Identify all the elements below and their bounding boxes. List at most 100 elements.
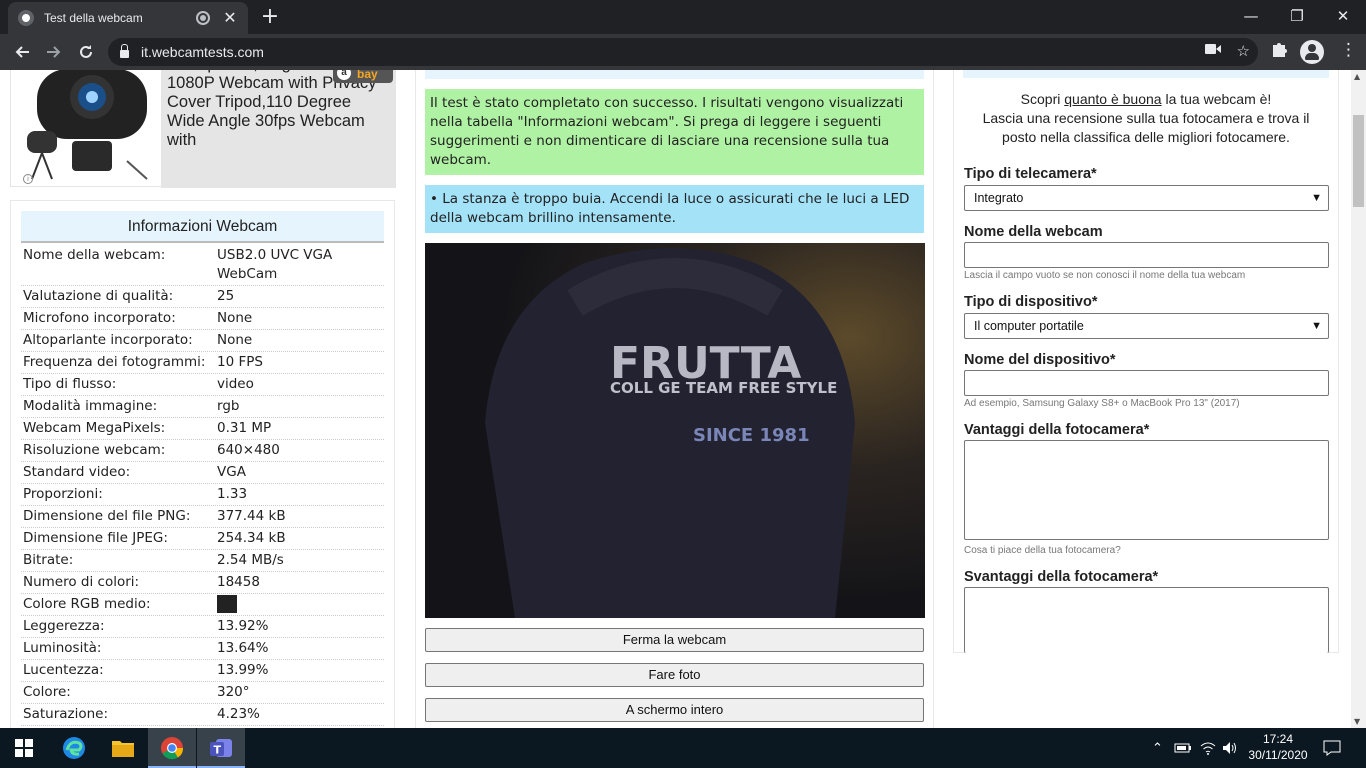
info-key: Luminosità:	[23, 640, 102, 656]
bookmark-star-icon[interactable]: ☆	[1237, 42, 1250, 60]
webcam-info-panel: Informazioni Webcam Nome della webcam: US…	[10, 200, 395, 728]
info-key: Colore:	[23, 684, 71, 700]
scroll-down-icon[interactable]: ▼	[1354, 717, 1360, 726]
back-arrow-icon[interactable]	[10, 40, 34, 64]
new-tab-button[interactable]: +	[258, 4, 282, 29]
quality-link[interactable]: quanto è buona	[1064, 91, 1161, 107]
webcam-product-image	[27, 70, 148, 180]
browser-menu-icon[interactable]: ⋮	[1340, 40, 1357, 60]
promo-line2: Lascia una recensione sulla tua fotocame…	[982, 110, 1310, 145]
page-scrollbar[interactable]: ▲ ▼	[1351, 70, 1366, 728]
svg-text:T: T	[214, 744, 222, 757]
device-name-input[interactable]	[964, 370, 1329, 396]
ad-info-icon[interactable]: i	[23, 174, 33, 184]
info-value: rgb	[217, 398, 240, 414]
window-close-button[interactable]: ✕	[1320, 0, 1366, 32]
chrome-icon[interactable]	[148, 728, 196, 768]
info-key: Tipo di flusso:	[23, 376, 117, 392]
info-value: None	[217, 332, 253, 348]
scrollbar-thumb[interactable]	[1353, 115, 1364, 207]
info-key: Frequenza dei fotogrammi:	[23, 354, 206, 370]
windows-taskbar: T ⌃ 17:24 30/11/2020	[0, 728, 1366, 768]
webpage: Microphone,Plug and Play 1080P Webcam wi…	[0, 70, 1351, 728]
browser-tabbar: Test della webcam ✕ + — ❐ ✕	[0, 0, 1366, 34]
device-type-select[interactable]: Il computer portatile ▼	[964, 313, 1329, 339]
profile-avatar[interactable]	[1300, 40, 1324, 64]
info-key: Bitrate:	[23, 552, 74, 568]
success-message: Il test è stato completato con successo.…	[425, 89, 924, 175]
ad-banner[interactable]: Microphone,Plug and Play 1080P Webcam wi…	[10, 70, 396, 188]
tab-close-button[interactable]: ✕	[222, 8, 238, 28]
info-value	[217, 595, 382, 614]
device-name-hint: Ad esempio, Samsung Galaxy S8+ o MacBook…	[964, 398, 1240, 409]
battery-icon[interactable]	[1174, 728, 1192, 768]
site-favicon-icon	[18, 10, 34, 26]
system-clock[interactable]: 17:24 30/11/2020	[1240, 731, 1316, 763]
edge-browser-icon[interactable]	[50, 728, 98, 768]
webcam-video: FRUTTA COLL GE TEAM FREE STYLE SINCE 198…	[425, 243, 925, 618]
windows-start-icon[interactable]	[0, 728, 48, 768]
take-photo-button[interactable]: Fare foto	[425, 663, 924, 687]
info-key: Proporzioni:	[23, 486, 103, 502]
pros-textarea[interactable]	[964, 440, 1329, 540]
info-value: VGA	[217, 464, 246, 480]
info-row: Microfono incorporato: None	[21, 308, 384, 330]
info-key: Dimensione file JPEG:	[23, 530, 168, 546]
info-row: Nome della webcam: USB2.0 UVC VGA WebCam	[21, 245, 384, 286]
webcam-name-hint: Lascia il campo vuoto se non conosci il …	[964, 270, 1246, 281]
shirt-print-line3: SINCE 1981	[693, 425, 810, 446]
camera-in-use-icon[interactable]	[1204, 42, 1221, 60]
url-text: it.webcamtests.com	[141, 44, 264, 60]
cons-textarea[interactable]	[964, 587, 1329, 653]
info-value: 25	[217, 288, 235, 304]
info-key: Dimensione del file PNG:	[23, 508, 191, 524]
wifi-icon[interactable]	[1200, 728, 1216, 768]
fullscreen-button[interactable]: A schermo intero	[425, 698, 924, 722]
info-row: Saturazione: 4.23%	[21, 704, 384, 726]
info-key: Risoluzione webcam:	[23, 442, 166, 458]
promo-prefix: Scopri	[1020, 91, 1065, 107]
info-value: USB2.0 UVC VGA WebCam	[217, 247, 333, 282]
info-row: Dimensione del file PNG: 377.44 kB	[21, 506, 384, 528]
browser-tab[interactable]: Test della webcam ✕	[8, 2, 248, 34]
info-row: Webcam MegaPixels: 0.31 MP	[21, 418, 384, 440]
info-value: 18458	[217, 574, 260, 590]
scroll-up-icon[interactable]: ▲	[1354, 72, 1360, 81]
info-key: Altoparlante incorporato:	[23, 332, 193, 348]
window-minimize-button[interactable]: —	[1228, 0, 1274, 32]
forward-arrow-icon[interactable]	[42, 40, 66, 64]
address-bar[interactable]: it.webcamtests.com ☆	[108, 38, 1258, 66]
show-hidden-icons-chevron-up-icon[interactable]: ⌃	[1152, 728, 1163, 768]
chevron-down-icon: ▼	[1311, 192, 1322, 204]
info-row: Colore RGB medio:	[21, 594, 384, 616]
teams-icon[interactable]: T	[197, 728, 245, 768]
info-value: 254.34 kB	[217, 530, 286, 546]
info-row: Standard video: VGA	[21, 462, 384, 484]
info-row: Tipo di flusso: video	[21, 374, 384, 396]
info-value: 320°	[217, 684, 250, 700]
info-value: 4.23%	[217, 706, 260, 722]
volume-icon[interactable]	[1222, 728, 1238, 768]
info-key: Standard video:	[23, 464, 131, 480]
stop-webcam-button[interactable]: Ferma la webcam	[425, 628, 924, 652]
webcam-name-input[interactable]	[964, 242, 1329, 268]
file-explorer-icon[interactable]	[99, 728, 147, 768]
review-promo-text: Scopri quanto è buona la tua webcam è! L…	[964, 90, 1328, 147]
window-restore-button[interactable]: ❐	[1274, 0, 1320, 32]
lock-icon	[120, 44, 129, 58]
notifications-icon[interactable]	[1323, 728, 1341, 768]
camera-type-select[interactable]: Integrato ▼	[964, 185, 1329, 211]
info-row: Colore: 320°	[21, 682, 384, 704]
device-name-label: Nome del dispositivo*	[964, 352, 1116, 368]
extensions-puzzle-icon[interactable]	[1270, 40, 1288, 63]
webcam-info-table: Nome della webcam: USB2.0 UVC VGA WebCam V…	[21, 245, 384, 726]
info-row: Dimensione file JPEG: 254.34 kB	[21, 528, 384, 550]
info-key: Valutazione di qualità:	[23, 288, 174, 304]
clock-time: 17:24	[1262, 732, 1294, 746]
info-row: Luminosità: 13.64%	[21, 638, 384, 660]
info-key: Webcam MegaPixels:	[23, 420, 166, 436]
ebay-logo[interactable]: bay	[333, 70, 393, 83]
ad-product-text[interactable]: Microphone,Plug and Play 1080P Webcam wi…	[161, 70, 396, 188]
average-color-swatch	[217, 595, 237, 613]
reload-icon[interactable]	[74, 40, 98, 64]
